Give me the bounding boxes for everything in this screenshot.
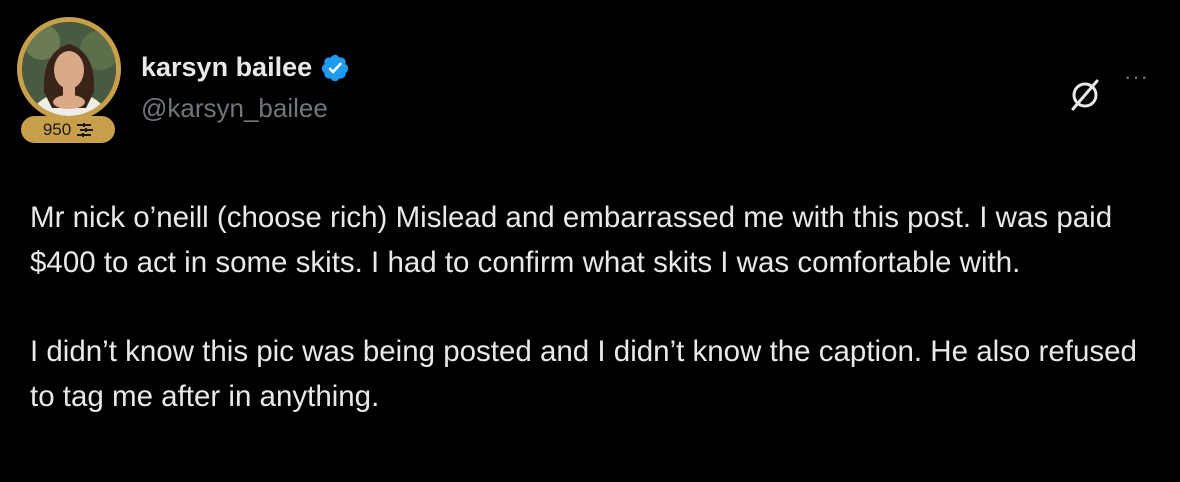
verified-icon <box>320 53 350 83</box>
display-name[interactable]: karsyn bailee <box>141 52 312 83</box>
avatar-image <box>22 22 116 116</box>
author-name-row[interactable]: karsyn bailee <box>141 52 350 83</box>
avatar[interactable] <box>17 17 121 121</box>
grok-icon[interactable] <box>1068 78 1102 112</box>
tweet: 950 karsyn bailee @karsyn_bailee ··· Mr … <box>0 0 1180 482</box>
subscriber-badge[interactable]: 950 <box>21 116 115 143</box>
post-paragraph: Mr nick o’neill (choose rich) Mislead an… <box>30 201 1113 279</box>
post-paragraph: I didn’t know this pic was being posted … <box>30 335 1137 413</box>
author-handle[interactable]: @karsyn_bailee <box>141 93 328 124</box>
badge-count: 950 <box>42 119 72 139</box>
post-body: Mr nick o’neill (choose rich) Mislead an… <box>30 195 1165 419</box>
badge-icon <box>77 122 94 137</box>
more-icon[interactable]: ··· <box>1124 64 1149 90</box>
